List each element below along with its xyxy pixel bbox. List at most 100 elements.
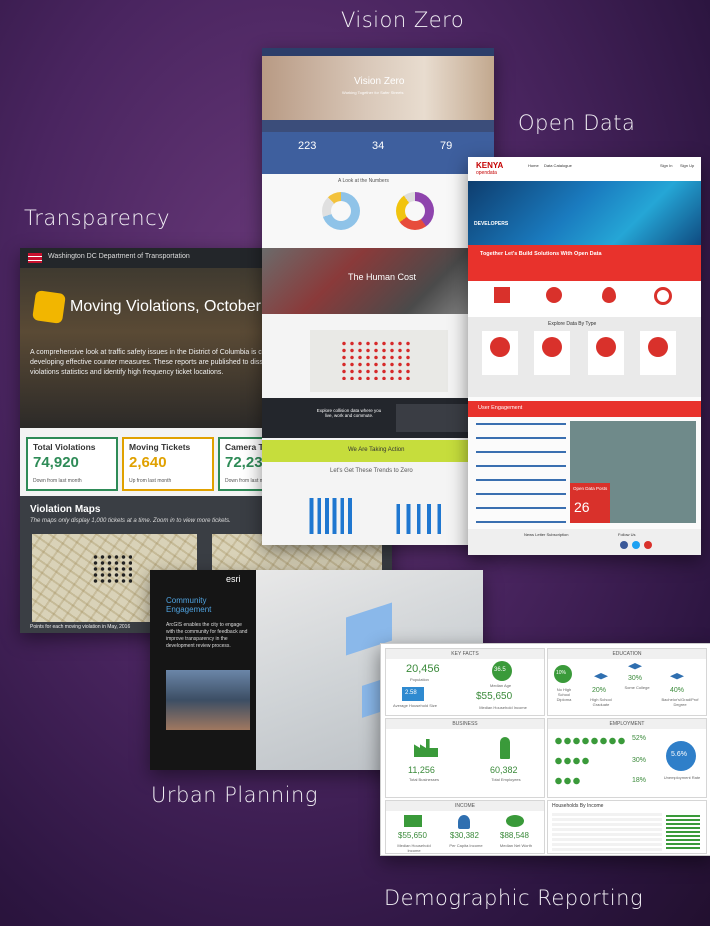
inc-net-worth-label: Median Net Worth <box>499 843 533 848</box>
vz-explore-text: Explore collision data where you live, w… <box>316 408 382 418</box>
od-newsletter: News Letter Subscription <box>524 532 569 537</box>
map-points <box>340 340 410 380</box>
household-size-label: Average Household Size <box>393 703 437 708</box>
piggy-bank-icon <box>506 815 524 827</box>
caption-transparency: Transparency <box>24 206 171 230</box>
vz-intro <box>262 120 494 132</box>
vz-explore-band: Explore collision data where you live, w… <box>262 398 494 438</box>
urban-brand: esri <box>226 574 241 584</box>
inc-per-capita-label: Per Capita Income <box>449 843 483 848</box>
vision-zero-screenshot: Vision Zero Working Together for Safer S… <box>262 48 494 545</box>
hh-income-bars <box>666 815 700 849</box>
vz-number: 34 <box>372 140 385 152</box>
blue-collar-value: 30% <box>632 757 647 764</box>
stat-title: Total Violations <box>33 442 96 452</box>
population-label: Population <box>410 677 429 682</box>
graduation-cap-icon <box>670 673 684 680</box>
document-type-card[interactable] <box>534 331 570 375</box>
twitter-icon[interactable] <box>632 541 640 549</box>
donut-chart-2 <box>396 192 434 230</box>
header-title: Washington DC Department of Transportati… <box>48 253 190 260</box>
inc-household-value: $55,650 <box>398 831 427 840</box>
od-logo-sub: opendata <box>476 170 497 176</box>
od-banner-title: DEVELOPERS <box>474 221 509 227</box>
map-type-card[interactable] <box>482 331 518 375</box>
household-size-value: 2.58 <box>405 690 417 696</box>
dc-flag-icon <box>28 253 42 263</box>
no-hs-value: 10% <box>556 670 567 676</box>
panel-title: EMPLOYMENT <box>548 719 706 729</box>
nav-home[interactable]: Home <box>528 163 539 168</box>
factory-icon <box>414 739 438 757</box>
search-icon[interactable] <box>654 287 672 305</box>
stat-value: 74,920 <box>33 454 79 471</box>
urban-text: ArcGIS enables the city to engage with t… <box>166 622 248 649</box>
stat-moving-tickets: Moving Tickets 2,640 Up from last month <box>122 437 214 491</box>
bachelors-value: 40% <box>670 687 685 694</box>
od-follow: Follow Us <box>618 532 636 537</box>
key-facts-panel: KEY FACTS 20,456 Population 36.5 Median … <box>385 648 545 716</box>
map-caption: Points for each moving violation in May,… <box>30 624 131 630</box>
vz-explore-map[interactable] <box>396 404 476 432</box>
dataset-type-card[interactable] <box>640 331 676 375</box>
od-red-band: Together Let's Build Solutions With Open… <box>468 245 701 281</box>
no-hs-label: No High School Diploma <box>556 687 572 702</box>
unemployment-value: 5.6% <box>671 751 687 758</box>
panel-title: INCOME <box>386 801 544 811</box>
population-value: 20,456 <box>406 663 440 675</box>
person-icon <box>500 737 510 759</box>
households-by-income-panel: Households By Income <box>547 800 707 854</box>
facebook-icon[interactable] <box>620 541 628 549</box>
unemployment-label: Unemployment Rate <box>663 775 701 780</box>
caption-demographic-reporting: Demographic Reporting <box>384 886 644 910</box>
vz-action-title: We Are Taking Action <box>348 447 405 453</box>
vz-trend-title: Let's Get These Trends to Zero <box>330 468 413 474</box>
caption-urban-planning: Urban Planning <box>151 783 318 807</box>
vz-human-cost: The Human Cost <box>262 248 494 314</box>
od-explore-title: Explore Data By Type <box>548 321 597 327</box>
od-posts-list <box>476 423 566 523</box>
nav-sign-in[interactable]: Sign In <box>660 163 672 168</box>
vz-numbers-band: 223 34 79 <box>262 132 494 174</box>
vz-map[interactable] <box>310 330 448 392</box>
vz-number: 223 <box>298 140 317 152</box>
infrastructure-icon[interactable] <box>494 287 510 303</box>
building-photo <box>166 670 250 730</box>
caption-open-data: Open Data <box>518 111 636 135</box>
nav-data-catalogue[interactable]: Data Catalogue <box>544 163 572 168</box>
od-logo: KENYA <box>476 161 504 170</box>
maps-subtitle: The maps only display 1,000 tickets at a… <box>30 518 231 524</box>
income-panel: INCOME $55,650 Median Household Income $… <box>385 800 545 854</box>
population-icon[interactable] <box>546 287 562 303</box>
coins-icon <box>458 815 470 829</box>
od-posts-box: Open Data Posts 26 <box>570 483 610 523</box>
employment-panel: EMPLOYMENT 52% 30% 18% 5.6% Unemployment… <box>547 718 707 798</box>
household-size-box: 2.58 <box>402 687 424 701</box>
hh-income-title: Households By Income <box>552 803 604 809</box>
median-age-label: Median Age <box>490 683 512 688</box>
vz-hero-title: Vision Zero <box>354 76 405 87</box>
nav-sign-up[interactable]: Sign Up <box>680 163 694 168</box>
worker-icons-white-collar <box>554 737 626 745</box>
od-explore-section: Explore Data By Type <box>468 317 701 397</box>
open-data-screenshot: KENYA opendata Home Data Catalogue Sign … <box>468 157 701 555</box>
hs-grad-label: High School Graduate <box>590 697 612 707</box>
inc-per-capita-value: $30,382 <box>450 831 479 840</box>
vz-human-title: The Human Cost <box>348 272 417 282</box>
vz-number: 79 <box>440 140 453 152</box>
vz-bar-chart-2 <box>390 504 454 534</box>
file-type-card[interactable] <box>588 331 624 375</box>
services-value: 18% <box>632 777 647 784</box>
median-age-value: 36.5 <box>494 667 506 673</box>
od-kenya-map[interactable]: Open Data Posts 26 <box>570 421 696 523</box>
water-icon[interactable] <box>602 287 616 303</box>
maps-title: Violation Maps <box>30 504 101 515</box>
stat-title: Moving Tickets <box>129 442 191 452</box>
vz-hero: Vision Zero Working Together for Safer S… <box>262 56 494 120</box>
graduation-cap-icon <box>628 663 642 670</box>
money-icon <box>404 815 422 827</box>
vz-action-band: We Are Taking Action <box>262 440 494 462</box>
white-collar-value: 52% <box>632 735 647 742</box>
median-income-label: Median Household Income <box>479 705 527 710</box>
youtube-icon[interactable] <box>644 541 652 549</box>
